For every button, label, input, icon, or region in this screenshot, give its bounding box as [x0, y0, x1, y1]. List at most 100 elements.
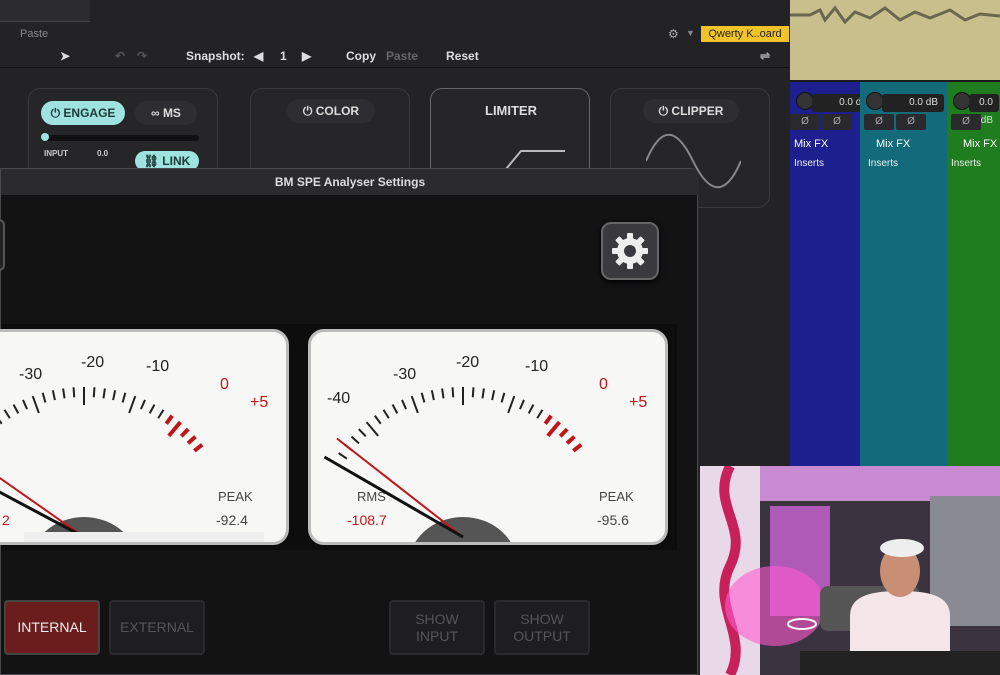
- reset-button[interactable]: Reset: [446, 49, 479, 63]
- peak-label: PEAK: [218, 489, 253, 504]
- clipper-button[interactable]: ⏻ CLIPPER: [643, 99, 739, 123]
- scale-tick: [92, 387, 96, 398]
- plugin-header: Paste ⚙ ▼ Qwerty K..oard ➤ ↶ ↷ Snapshot:…: [0, 0, 790, 68]
- solo-button[interactable]: Ø: [896, 114, 926, 130]
- scale-tick: [543, 414, 553, 425]
- keyboard-badge[interactable]: Qwerty K..oard: [701, 26, 789, 42]
- redo-icon[interactable]: ↷: [137, 49, 147, 63]
- input-value: 0.0: [97, 149, 109, 158]
- webcam-overlay: [700, 466, 1000, 675]
- input-slider[interactable]: [41, 135, 199, 141]
- scale-tick: [420, 392, 426, 403]
- scale-tick: [193, 443, 204, 453]
- dialog-title[interactable]: BM SPE Analyser Settings: [1, 169, 699, 195]
- scale-tick: [519, 399, 525, 410]
- preset-dropdown[interactable]: [0, 0, 90, 22]
- mixfx-label[interactable]: Mix FX: [794, 138, 828, 150]
- scale-tick: [527, 404, 535, 414]
- scale-tick: [167, 420, 182, 438]
- scale-tick: [3, 409, 11, 419]
- mixer-track-3[interactable]: 0.0 dB Ø Mix FX Inserts: [947, 82, 1000, 472]
- show-output-button[interactable]: SHOW OUTPUT: [494, 600, 590, 655]
- mixer-track-2[interactable]: 0.0 dB Ø Ø Mix FX Inserts: [860, 82, 947, 472]
- side-button[interactable]: [0, 219, 5, 271]
- paste-top-button[interactable]: Paste: [20, 28, 48, 40]
- scale-tick: [481, 388, 485, 399]
- scale-tick: [546, 420, 561, 438]
- slider-handle[interactable]: [41, 133, 49, 141]
- scale-label: +5: [250, 394, 269, 411]
- audio-waveform[interactable]: [790, 0, 1000, 80]
- scale-tick: [31, 395, 40, 414]
- gear-icon[interactable]: [601, 222, 659, 280]
- peak-label: PEAK: [599, 489, 634, 504]
- play-arrow-icon[interactable]: ➤: [60, 49, 70, 63]
- mixfx-label[interactable]: Mix FX: [876, 138, 910, 150]
- scale-tick: [140, 399, 146, 410]
- settings-gear-icon[interactable]: ⚙: [668, 27, 679, 41]
- webcam-video: [700, 466, 1000, 675]
- vu-meter-left: -30 -20 -10 0 +5 2 PEAK -92.4: [0, 329, 289, 545]
- mute-button[interactable]: Ø: [790, 114, 820, 130]
- scale-label: -30: [393, 366, 417, 383]
- usb-icon: ⇌: [760, 49, 771, 63]
- snapshot-label: Snapshot:: [186, 49, 245, 63]
- scale-tick: [365, 421, 379, 437]
- scale-tick: [41, 392, 47, 403]
- ms-button[interactable]: ∞ MS: [135, 101, 197, 125]
- scale-label: -30: [19, 366, 43, 383]
- color-button[interactable]: ⏻ COLOR: [287, 99, 375, 123]
- volume-readout[interactable]: 0.0 dB: [969, 94, 999, 126]
- scale-label: -20: [81, 354, 105, 371]
- peak-value: -95.6: [597, 512, 629, 528]
- scale-label: -40: [327, 390, 351, 407]
- vu-meter-right: -40 -30 -20 -10 0 +5 RMS -108.7 PEAK -95…: [308, 329, 668, 545]
- scale-tick: [565, 435, 576, 445]
- snapshot-next-icon[interactable]: ▶: [302, 49, 311, 63]
- scale-tick: [451, 387, 455, 398]
- scale-tick: [72, 387, 76, 398]
- scale-tick: [22, 399, 28, 410]
- scale-tick: [471, 387, 475, 398]
- scale-tick: [572, 443, 583, 453]
- engage-button[interactable]: ⏻ ENGAGE: [41, 101, 125, 125]
- scale-tick: [401, 399, 407, 410]
- inserts-label[interactable]: Inserts: [868, 158, 898, 169]
- undo-icon[interactable]: ↶: [115, 49, 125, 63]
- scale-tick: [148, 404, 156, 414]
- scale-tick: [350, 435, 360, 445]
- inserts-label[interactable]: Inserts: [794, 158, 824, 169]
- scale-label: 0: [599, 376, 608, 393]
- show-input-button[interactable]: SHOW INPUT: [389, 600, 485, 655]
- mixfx-label[interactable]: Mix FX: [963, 138, 997, 150]
- scale-tick: [121, 392, 127, 403]
- internal-button[interactable]: INTERNAL: [4, 600, 100, 655]
- snapshot-row: ➤ ↶ ↷ Snapshot: ◀ 1 ▶ Copy Paste Reset ⇌: [0, 45, 790, 67]
- scale-tick: [382, 409, 390, 419]
- scale-tick: [500, 392, 506, 403]
- scale-tick: [128, 395, 137, 414]
- external-button[interactable]: EXTERNAL: [109, 600, 205, 655]
- scale-tick: [0, 419, 3, 425]
- paste-button[interactable]: Paste: [386, 49, 418, 63]
- solo-button[interactable]: Ø: [822, 114, 852, 130]
- scale-tick: [558, 427, 569, 438]
- snapshot-prev-icon[interactable]: ◀: [254, 49, 263, 63]
- chevron-down-icon[interactable]: ▼: [686, 28, 695, 38]
- scale-tick: [410, 395, 419, 414]
- rms-label: RMS: [357, 489, 386, 504]
- scale-tick: [62, 388, 66, 399]
- snapshot-number: 1: [280, 49, 287, 63]
- scale-label: -20: [456, 354, 480, 371]
- peak-value: -92.4: [216, 512, 248, 528]
- copy-button[interactable]: Copy: [346, 49, 376, 63]
- mute-button[interactable]: Ø: [951, 114, 981, 130]
- rms-value: 2: [2, 512, 10, 528]
- inserts-label[interactable]: Inserts: [951, 158, 981, 169]
- volume-readout[interactable]: 0.0 dB: [882, 94, 944, 112]
- scale-label: -10: [146, 358, 170, 375]
- scale-tick: [164, 414, 174, 425]
- scale-label: +5: [629, 394, 648, 411]
- scale-tick: [358, 428, 367, 437]
- mute-button[interactable]: Ø: [864, 114, 894, 130]
